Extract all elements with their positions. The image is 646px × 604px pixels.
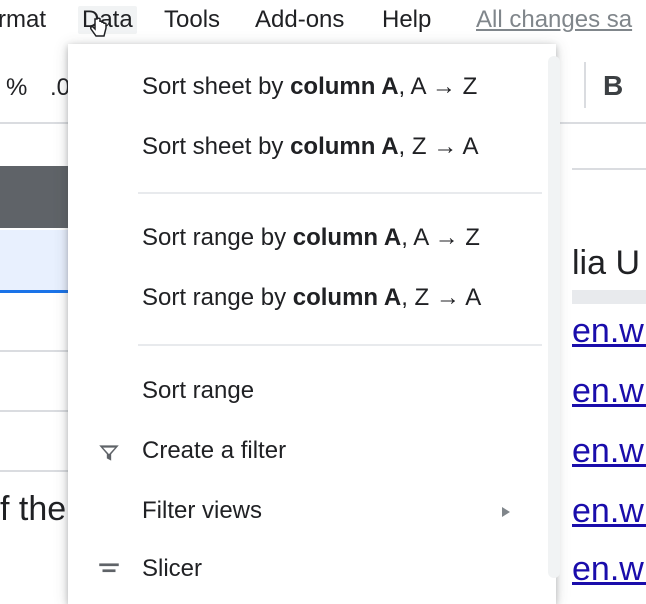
format-percent-button[interactable]: % [6, 74, 27, 102]
menu-format[interactable]: rmat [0, 6, 46, 34]
selected-cell[interactable] [0, 230, 68, 293]
filter-icon [99, 445, 119, 461]
cell-link[interactable]: en.wi [572, 492, 646, 531]
sort-sheet-az-item[interactable]: Sort sheet by column A, A → Z [142, 72, 477, 102]
decrease-decimal-button[interactable]: .0 [50, 74, 70, 102]
sort-sheet-az-suffix: , A → Z [398, 73, 478, 100]
column-header-selected[interactable] [0, 166, 68, 228]
sort-sheet-za-prefix: Sort sheet by [142, 133, 291, 160]
save-status-link[interactable]: All changes sa [476, 6, 632, 34]
grid-line [0, 470, 68, 472]
menu-separator [138, 192, 542, 194]
sort-range-za-suffix: , Z → A [401, 284, 482, 311]
bold-button[interactable]: B [603, 70, 623, 102]
menu-separator [138, 344, 542, 346]
cell-link[interactable]: en.wi [572, 312, 646, 351]
sort-sheet-za-item[interactable]: Sort sheet by column A, Z → A [142, 132, 479, 162]
sort-range-az-column: column A [292, 224, 402, 251]
grid-line [0, 350, 68, 352]
cell-link[interactable]: en.wi [572, 550, 646, 589]
sort-sheet-za-suffix: , Z → A [398, 133, 479, 160]
slicer-item[interactable]: Slicer [142, 554, 202, 584]
sort-range-az-item[interactable]: Sort range by column A, A → Z [142, 223, 480, 253]
cell-text-right: lia U [572, 244, 641, 282]
menu-tools[interactable]: Tools [164, 6, 220, 34]
cell-link[interactable]: en.wi [572, 432, 646, 471]
sort-sheet-az-prefix: Sort sheet by [142, 73, 291, 100]
sort-range-az-suffix: , A → Z [401, 224, 480, 251]
hand-cursor-icon [90, 17, 107, 37]
toolbar-divider [584, 62, 586, 108]
submenu-arrow-icon [502, 507, 510, 517]
sort-sheet-az-column: column A [290, 73, 399, 100]
sort-range-za-item[interactable]: Sort range by column A, Z → A [142, 283, 481, 313]
menu-help[interactable]: Help [382, 6, 431, 34]
sort-range-item[interactable]: Sort range [142, 376, 254, 406]
sort-range-za-column: column A [292, 284, 402, 311]
grid-line [572, 290, 646, 304]
grid-line [572, 168, 646, 170]
menu-scrollbar[interactable] [548, 56, 560, 578]
sort-range-za-prefix: Sort range by [142, 284, 293, 311]
slicer-icon [99, 563, 119, 573]
create-filter-item[interactable]: Create a filter [142, 436, 286, 466]
sort-sheet-za-column: column A [290, 133, 399, 160]
menu-add-ons[interactable]: Add-ons [255, 6, 344, 34]
cell-link[interactable]: en.wi [572, 372, 646, 411]
cell-text-left: f the [0, 490, 67, 528]
grid-line [0, 410, 68, 412]
filter-views-item[interactable]: Filter views [142, 496, 262, 526]
sort-range-az-prefix: Sort range by [142, 224, 293, 251]
